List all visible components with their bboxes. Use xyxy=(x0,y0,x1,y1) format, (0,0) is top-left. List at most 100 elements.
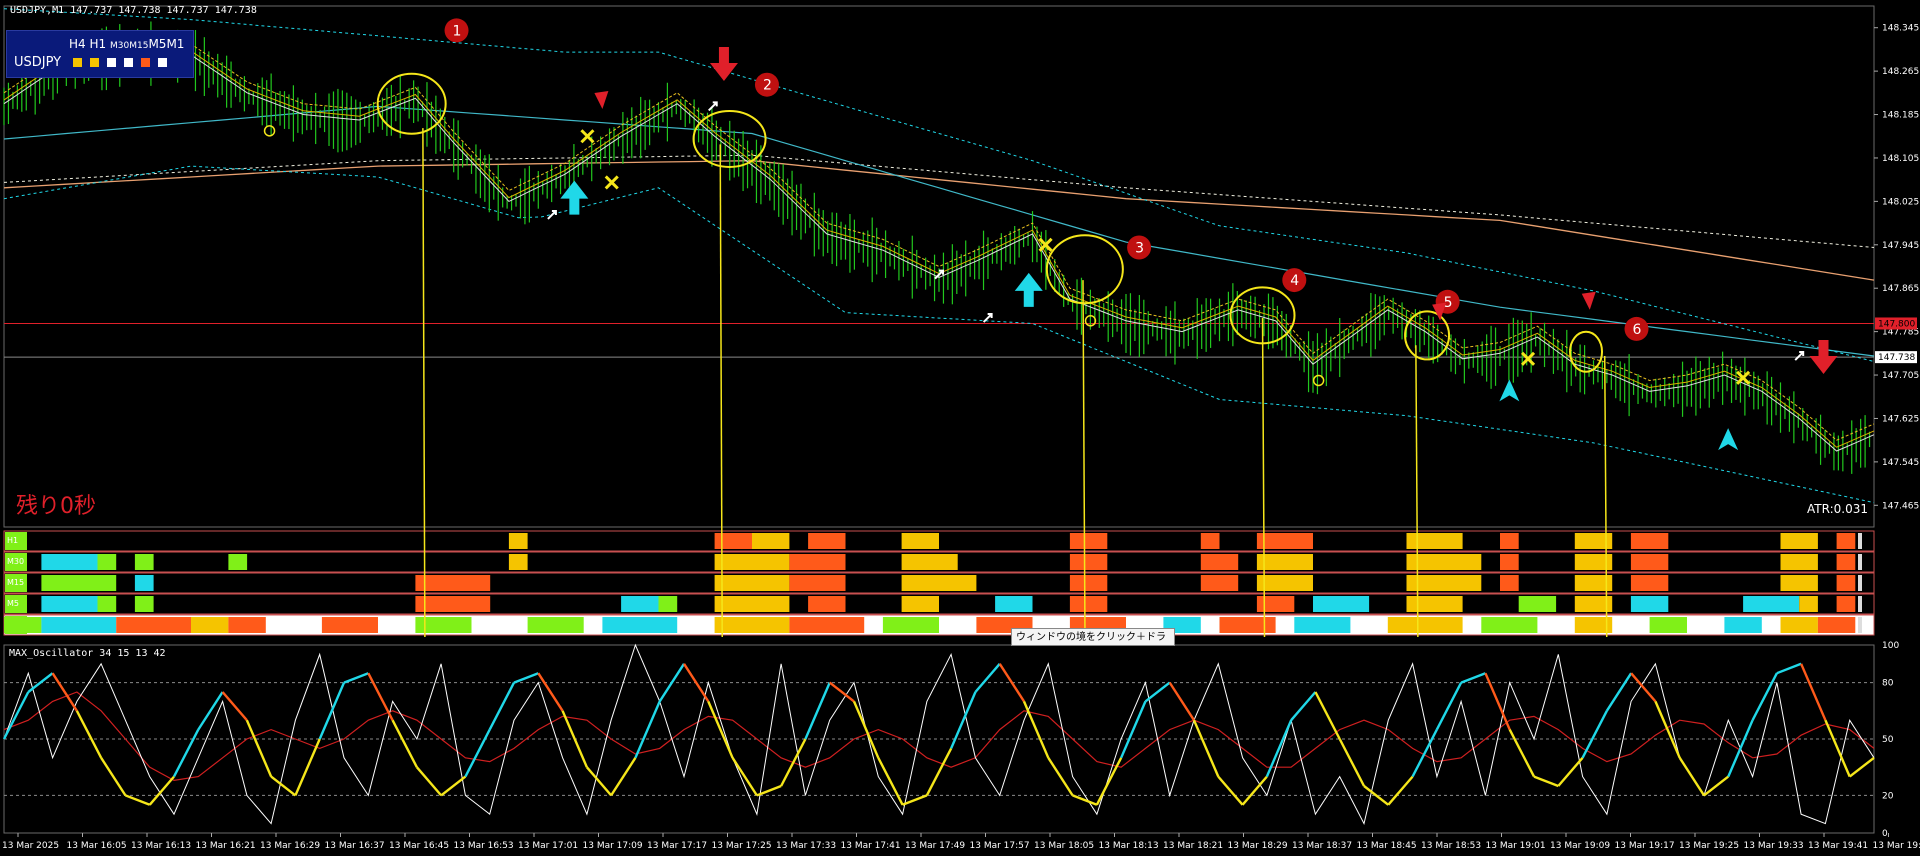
tf-h1: H1 xyxy=(90,37,107,51)
signal-cell xyxy=(415,575,490,591)
time-tick-label: 13 Mar 16:37 xyxy=(325,841,385,851)
signal-cell xyxy=(1724,617,1761,633)
oscillator-tick-label: 100 xyxy=(1882,641,1899,651)
time-tick-label: 13 Mar 19:33 xyxy=(1744,841,1804,851)
signal-cell xyxy=(602,617,677,633)
current-price-label: 147.738 xyxy=(1878,353,1915,363)
signal-cell xyxy=(1257,596,1294,612)
signal-cell xyxy=(98,596,117,612)
signal-cell xyxy=(902,575,977,591)
price-tick-label: 147.465 xyxy=(1882,501,1919,511)
chart-canvas[interactable]: H1M30M15M5M1 1008050200 148.345148.26514… xyxy=(0,0,1920,852)
signal-row-label: H1 xyxy=(7,536,18,545)
atr-label: ATR:0.031 xyxy=(1807,502,1868,516)
price-tick-label: 148.025 xyxy=(1882,197,1919,207)
oscillator-tick-label: 20 xyxy=(1882,791,1894,801)
signal-cell xyxy=(1388,617,1463,633)
signal-cell xyxy=(1070,554,1107,570)
signal-cell xyxy=(228,617,265,633)
annotation-number: 1 xyxy=(453,23,462,39)
row-end-mark xyxy=(1858,596,1862,612)
signal-cell xyxy=(1257,554,1313,570)
signal-cell xyxy=(41,596,97,612)
time-tick-label: 13 Mar 16:53 xyxy=(454,841,514,851)
signal-cell xyxy=(1781,617,1818,633)
price-tick-label: 148.345 xyxy=(1882,24,1919,34)
signal-cell xyxy=(1294,617,1350,633)
time-tick-label: 13 Mar 16:21 xyxy=(196,841,256,851)
time-tick-label: 13 Mar 18:45 xyxy=(1357,841,1417,851)
signal-cell xyxy=(1631,533,1668,549)
price-tick-label: 148.185 xyxy=(1882,111,1919,121)
signal-cell xyxy=(528,617,584,633)
row-end-mark xyxy=(1858,575,1862,591)
signal-cell xyxy=(789,575,845,591)
tf-m1: M1 xyxy=(166,37,184,51)
signal-cell xyxy=(1631,554,1668,570)
timeframe-panel: H4 H1 M30M15M5M1 USDJPY xyxy=(6,30,194,78)
time-tick-label: 13 Mar 16:45 xyxy=(389,841,449,851)
signal-cell xyxy=(1481,617,1537,633)
window-title: USDJPY,M1 147.737 147.738 147.737 147.73… xyxy=(10,5,257,16)
price-tick-label: 147.705 xyxy=(1882,371,1919,381)
signal-cell xyxy=(41,617,116,633)
time-tick-label: 13 Mar 17:33 xyxy=(776,841,836,851)
price-tick-label: 148.105 xyxy=(1882,154,1919,164)
signal-cell xyxy=(1257,575,1313,591)
remaining-time-label: 残り0秒 xyxy=(16,488,96,520)
signal-cell xyxy=(659,596,678,612)
signal-cell xyxy=(41,575,116,591)
annotation-number: 6 xyxy=(1633,322,1642,338)
trading-chart[interactable]: H1M30M15M5M1 1008050200 148.345148.26514… xyxy=(0,0,1920,852)
signal-cell xyxy=(509,533,528,549)
price-tick-label: 147.545 xyxy=(1882,458,1919,468)
time-tick-label: 13 Mar 17:41 xyxy=(841,841,901,851)
signal-cell xyxy=(1781,554,1818,570)
signal-cell xyxy=(228,554,247,570)
signal-cell xyxy=(116,617,191,633)
signal-row-label: M30 xyxy=(7,557,24,566)
signal-cell xyxy=(715,554,790,570)
tf-m5: M5 xyxy=(148,37,166,51)
time-tick-label: 13 Mar 17:17 xyxy=(647,841,707,851)
signal-cell xyxy=(715,575,790,591)
signal-cell xyxy=(1650,617,1687,633)
oscillator-tick-label: 0 xyxy=(1882,829,1888,839)
signal-cell xyxy=(995,596,1032,612)
red-level-price: 147.800 xyxy=(1878,319,1915,329)
tf-m30: M30 xyxy=(110,41,129,51)
signal-cell xyxy=(135,596,154,612)
signal-cell xyxy=(1631,575,1668,591)
time-tick-label: 13 Mar 18:13 xyxy=(1099,841,1159,851)
signal-cell xyxy=(789,617,864,633)
signal-cell xyxy=(191,617,228,633)
signal-cell xyxy=(902,596,939,612)
row-end-mark xyxy=(1858,554,1862,570)
time-tick-label: 13 Mar 17:01 xyxy=(518,841,578,851)
signal-cell xyxy=(902,533,939,549)
price-tick-label: 147.625 xyxy=(1882,414,1919,424)
signal-cell xyxy=(1837,554,1856,570)
time-tick-label: 13 Mar 19:01 xyxy=(1486,841,1546,851)
timeframe-square xyxy=(124,58,133,67)
signal-cell xyxy=(415,596,490,612)
signal-cell xyxy=(1837,596,1856,612)
signal-cell xyxy=(902,554,958,570)
annotation-number: 4 xyxy=(1290,273,1299,289)
time-tick-label: 13 Mar 16:29 xyxy=(260,841,320,851)
timeframe-square xyxy=(107,58,116,67)
price-tick-label: 147.865 xyxy=(1882,284,1919,294)
timeframe-square xyxy=(73,58,82,67)
time-tick-label: 13 Mar 19:25 xyxy=(1679,841,1739,851)
signal-cell xyxy=(1407,596,1463,612)
signal-cell xyxy=(1201,533,1220,549)
time-tick-label: 13 Mar 17:57 xyxy=(970,841,1030,851)
signal-cell xyxy=(1818,617,1855,633)
signal-cell xyxy=(135,575,154,591)
signal-cell xyxy=(715,617,790,633)
signal-cell xyxy=(789,554,845,570)
timeframe-square xyxy=(158,58,167,67)
annotation-number: 2 xyxy=(763,78,772,94)
time-tick-label: 13 Mar 18:37 xyxy=(1292,841,1352,851)
signal-cell xyxy=(1781,533,1818,549)
